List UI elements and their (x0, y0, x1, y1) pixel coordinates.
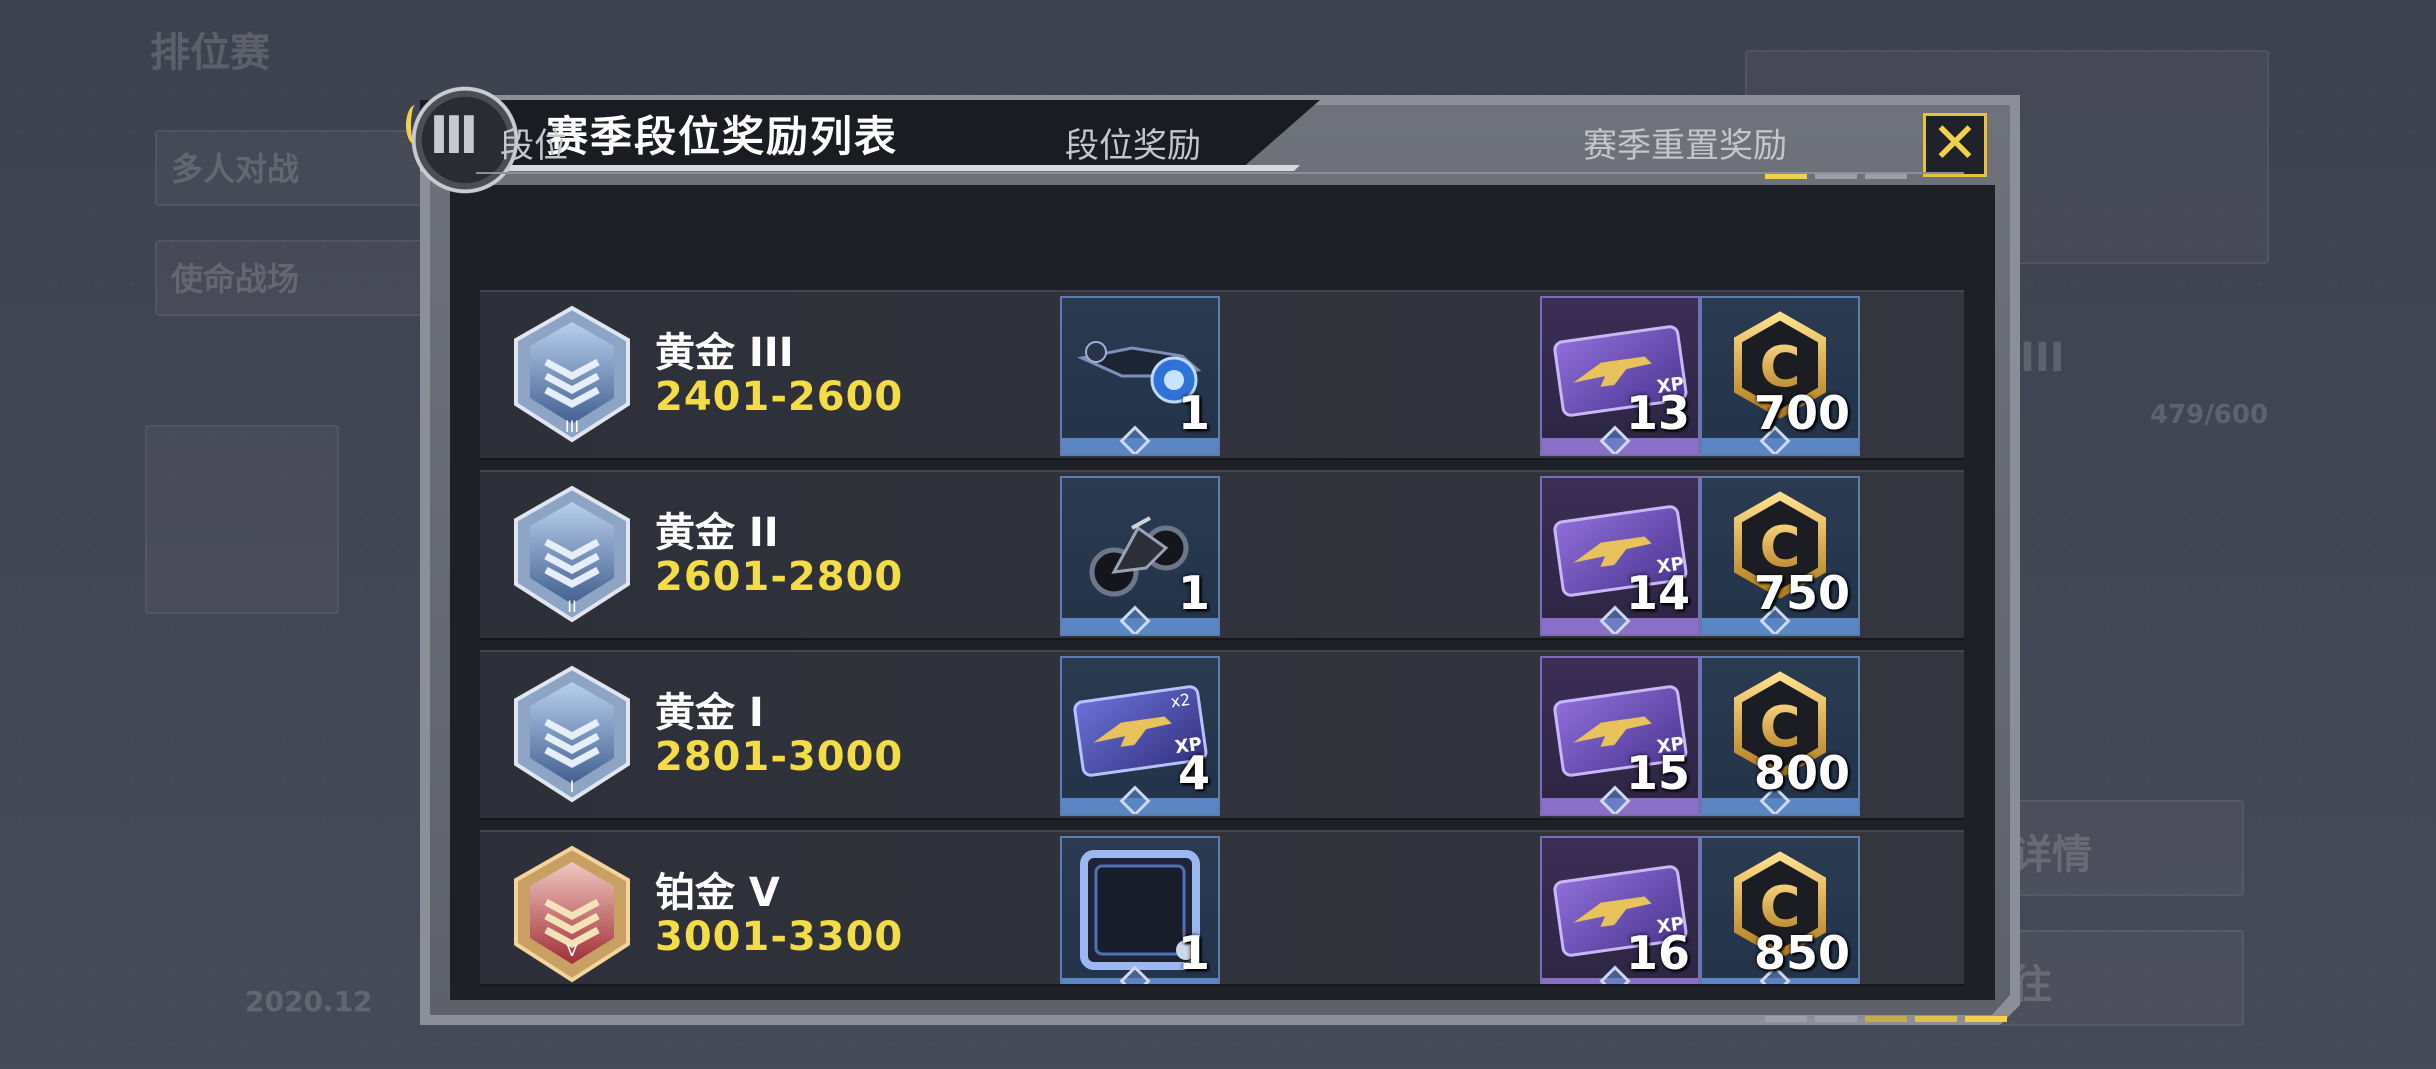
bg-rank-suffix: III (2020, 335, 2065, 381)
reset-xp-qty: 13 (1625, 386, 1690, 440)
rank-reward-tile[interactable]: 1 (1060, 836, 1220, 984)
reset-xp-qty: 16 (1625, 926, 1690, 980)
close-icon: ✕ (1931, 111, 1979, 176)
bg-detail-button: 详情 (2000, 800, 2244, 896)
column-header-rank: 段位 (500, 126, 568, 166)
reset-xp-tile[interactable]: XP 15 (1540, 656, 1700, 816)
svg-text:III: III (565, 417, 579, 436)
modal-title: 赛季段位奖励列表 (546, 112, 899, 161)
page-indicator-bottom (1765, 1016, 2007, 1022)
rank-range: 2601-2800 (655, 554, 904, 600)
rank-range: 2801-3000 (655, 734, 904, 780)
rank-range: 3001-3300 (655, 914, 904, 960)
rank-reward-tile[interactable]: 1 (1060, 476, 1220, 636)
reset-xp-tile[interactable]: XP 14 (1540, 476, 1700, 636)
bg-tab-multiplayer-label: 多人对战 (171, 150, 300, 188)
column-header-rank-reward: 段位奖励 (1065, 126, 1201, 166)
page-dot (1815, 1016, 1857, 1022)
gold-rank-emblem-icon: I (514, 665, 630, 803)
reset-credits-qty: 850 (1753, 926, 1850, 980)
reward-qty: 1 (1177, 386, 1210, 440)
reward-qty: 4 (1177, 746, 1210, 800)
svg-text:V: V (567, 941, 578, 960)
rank-row[interactable]: V 铂金 V 3001-3300 1 XP 16 C 850 (480, 830, 1964, 986)
bg-mode-label: 排位赛 (150, 30, 270, 76)
reset-credits-tile[interactable]: C 800 (1700, 656, 1860, 816)
rank-name: 铂金 V (655, 870, 780, 916)
reset-xp-qty: 15 (1625, 746, 1690, 800)
column-header-reset-reward: 赛季重置奖励 (1583, 126, 1787, 166)
logo-glyph: Ⅲ (429, 106, 479, 166)
bg-progress: 479/600 (2150, 400, 2269, 430)
reset-xp-qty: 14 (1625, 566, 1690, 620)
page-dot (1865, 1016, 1907, 1022)
page-dot (1765, 1016, 1807, 1022)
reward-qty: 1 (1177, 926, 1210, 980)
rank-row[interactable]: II 黄金 II 2601-2800 1 XP 14 C 750 (480, 470, 1964, 640)
reset-credits-tile[interactable]: C 850 (1700, 836, 1860, 984)
bg-card (145, 425, 339, 614)
close-button[interactable]: ✕ (1923, 113, 1987, 177)
multiplier-label: x2 (1169, 690, 1191, 712)
reset-credits-qty: 800 (1753, 746, 1850, 800)
rank-name: 黄金 III (655, 330, 794, 376)
gold-rank-emblem-icon: II (514, 485, 630, 623)
svg-text:II: II (567, 597, 576, 616)
gold-rank-emblem-icon: III (514, 305, 630, 443)
reset-xp-tile[interactable]: XP 13 (1540, 296, 1700, 456)
platinum-rank-emblem-icon: V (514, 845, 630, 983)
rank-reward-tile[interactable]: XP x2 4 (1060, 656, 1220, 816)
bg-tab-multiplayer: 多人对战 (155, 130, 449, 206)
bg-tab-battle-royale-label: 使命战场 (171, 260, 300, 298)
rank-name: 黄金 II (655, 510, 779, 556)
reset-credits-qty: 700 (1753, 386, 1850, 440)
rank-reward-tile[interactable]: 1 (1060, 296, 1220, 456)
header-divider (476, 172, 1964, 174)
page-dot (1915, 1016, 1957, 1022)
bg-tab-battle-royale: 使命战场 (155, 240, 449, 316)
reset-xp-tile[interactable]: XP 16 (1540, 836, 1700, 984)
bg-go-button: 往 (2000, 930, 2244, 1026)
page-dot (1965, 1016, 2007, 1022)
rank-name: 黄金 I (655, 690, 764, 736)
reward-qty: 1 (1177, 566, 1210, 620)
bg-detail-label: 详情 (2012, 832, 2092, 878)
reset-credits-tile[interactable]: C 700 (1700, 296, 1860, 456)
rank-row[interactable]: III 黄金 III 2401-2600 1 XP 13 C 700 (480, 290, 1964, 460)
rank-row[interactable]: I 黄金 I 2801-3000 XP x2 4 XP 15 C 800 (480, 650, 1964, 820)
bg-season-label: 2020.12 (245, 985, 373, 1018)
rank-range: 2401-2600 (655, 374, 904, 420)
reset-credits-qty: 750 (1753, 566, 1850, 620)
reset-credits-tile[interactable]: C 750 (1700, 476, 1860, 636)
svg-text:I: I (570, 777, 575, 796)
